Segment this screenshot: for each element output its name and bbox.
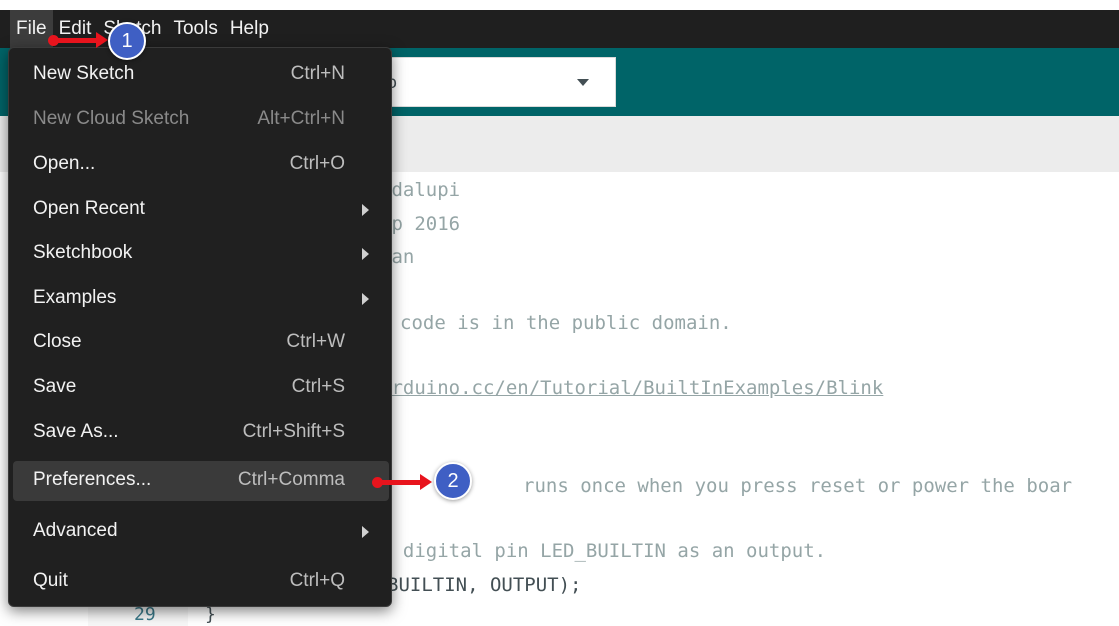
chevron-down-icon bbox=[577, 79, 589, 86]
menu-file[interactable]: File bbox=[10, 10, 53, 48]
arrow-tail-dot bbox=[48, 35, 59, 46]
menu-item-examples[interactable]: Examples bbox=[13, 279, 389, 319]
menu-bar: File Edit Sketch Tools Help bbox=[0, 10, 1119, 48]
menu-item-label: Sketchbook bbox=[33, 242, 133, 263]
menu-item-shortcut: Ctrl+Comma bbox=[237, 469, 345, 490]
code-line: runs once when you press reset or power … bbox=[523, 475, 1073, 497]
arrow-head bbox=[420, 474, 432, 490]
menu-item-label: Quit bbox=[33, 570, 68, 591]
menu-item-label: Open... bbox=[33, 153, 96, 174]
menu-item-shortcut: Alt+Ctrl+N bbox=[257, 108, 345, 129]
arrow-tail-dot bbox=[372, 477, 383, 488]
menu-item-shortcut: Ctrl+Q bbox=[289, 570, 345, 591]
menu-item-save[interactable]: Save Ctrl+S bbox=[13, 368, 389, 408]
code-line: code is in the public domain. bbox=[400, 312, 732, 334]
menu-item-shortcut: Ctrl+S bbox=[291, 376, 345, 397]
menu-item-shortcut: Ctrl+N bbox=[290, 63, 345, 84]
menu-item-label: New Cloud Sketch bbox=[33, 108, 190, 129]
line-number: 29 bbox=[134, 604, 156, 625]
menu-item-save-as[interactable]: Save As... Ctrl+Shift+S bbox=[13, 413, 389, 453]
chevron-right-icon bbox=[362, 293, 369, 305]
menu-item-new-cloud-sketch: New Cloud Sketch Alt+Ctrl+N bbox=[13, 100, 389, 140]
arrow-head bbox=[96, 32, 108, 48]
menu-tools[interactable]: Tools bbox=[167, 10, 223, 48]
menu-item-label: Examples bbox=[33, 287, 117, 308]
menu-item-close[interactable]: Close Ctrl+W bbox=[13, 323, 389, 363]
menu-item-preferences[interactable]: Preferences... Ctrl+Comma bbox=[13, 461, 389, 501]
code-line: ep 2016 bbox=[380, 213, 461, 235]
chevron-right-icon bbox=[362, 248, 369, 260]
code-line: BUILTIN, OUTPUT); bbox=[387, 574, 582, 596]
menu-item-label: Close bbox=[33, 331, 82, 352]
menu-item-label: Save bbox=[33, 376, 77, 397]
menu-item-shortcut: Ctrl+Shift+S bbox=[242, 421, 345, 442]
code-link[interactable]: arduino.cc/en/Tutorial/BuiltInExamples/B… bbox=[380, 377, 883, 399]
step-badge-1: 1 bbox=[108, 22, 146, 60]
menu-help[interactable]: Help bbox=[224, 10, 275, 48]
menu-item-open[interactable]: Open... Ctrl+O bbox=[13, 145, 389, 185]
menu-item-sketchbook[interactable]: Sketchbook bbox=[13, 234, 389, 274]
menu-item-shortcut: Ctrl+O bbox=[289, 153, 345, 174]
code-line: adalupi bbox=[380, 179, 461, 201]
chevron-right-icon bbox=[362, 526, 369, 538]
menu-item-label: New Sketch bbox=[33, 63, 135, 84]
menu-item-shortcut: Ctrl+W bbox=[286, 331, 345, 352]
file-menu-dropdown: New Sketch Ctrl+N New Cloud Sketch Alt+C… bbox=[8, 47, 392, 607]
menu-item-advanced[interactable]: Advanced bbox=[13, 512, 389, 552]
code-line: e digital pin LED_BUILTIN as an output. bbox=[380, 540, 827, 562]
code-line: } bbox=[205, 604, 216, 625]
menu-item-label: Save As... bbox=[33, 421, 119, 442]
annotation-arrow bbox=[372, 474, 432, 490]
annotation-arrow bbox=[48, 32, 108, 48]
menu-item-label: Advanced bbox=[33, 520, 118, 541]
menu-item-open-recent[interactable]: Open Recent bbox=[13, 190, 389, 230]
chevron-right-icon bbox=[362, 204, 369, 216]
menu-item-new-sketch[interactable]: New Sketch Ctrl+N bbox=[13, 55, 389, 95]
step-badge-2: 2 bbox=[434, 462, 472, 500]
menu-item-quit[interactable]: Quit Ctrl+Q bbox=[13, 562, 389, 602]
menu-item-label: Preferences... bbox=[33, 469, 152, 490]
menu-item-label: Open Recent bbox=[33, 198, 145, 219]
